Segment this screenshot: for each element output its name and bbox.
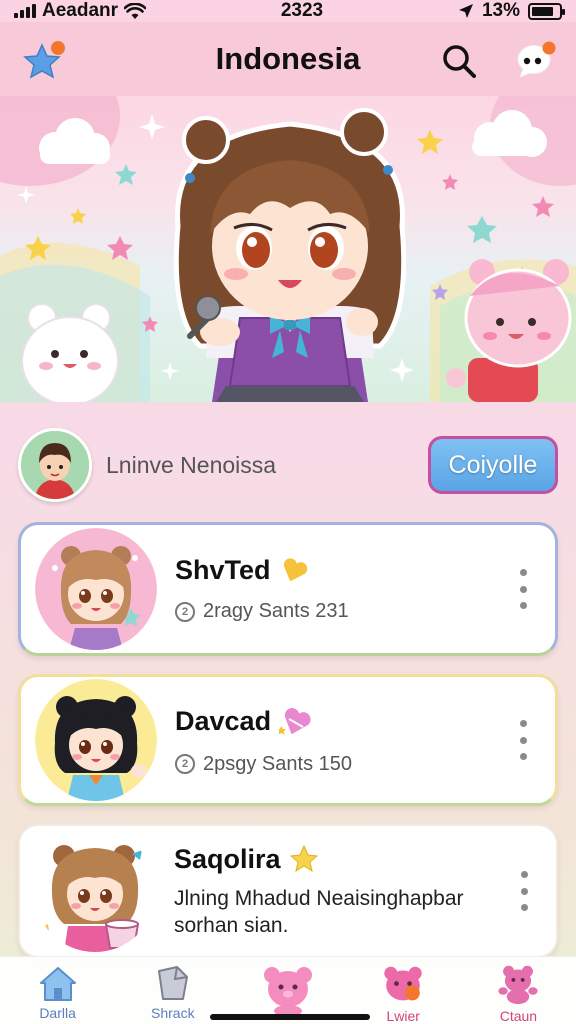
follow-button[interactable]: Coiyolle xyxy=(428,436,558,494)
app-header: Indonesia xyxy=(0,22,576,96)
boy-avatar-illustration xyxy=(21,431,89,499)
hero-banner xyxy=(0,96,576,402)
status-time: 2323 xyxy=(280,0,324,21)
home-icon xyxy=(39,967,76,1001)
share-icon xyxy=(157,966,188,1000)
favorites-button[interactable] xyxy=(22,40,66,85)
nav-label: Lwier xyxy=(386,1008,420,1024)
coin-icon: 2 xyxy=(175,754,195,774)
card-description-line: sorhan sian. xyxy=(174,913,289,937)
card-stats: 2psgy Sants 150 xyxy=(203,752,352,775)
card-body: Davcad 2 2psgy Sants 150 xyxy=(175,705,511,776)
card-description-line: Jlning Mhadud Neaisinghapbar xyxy=(174,886,464,910)
signal-icon xyxy=(14,4,36,18)
card-name: Saqolira xyxy=(174,843,281,874)
heart-icon xyxy=(279,707,311,735)
home-indicator xyxy=(210,1014,370,1020)
avatar xyxy=(35,528,157,650)
nav-label: Darlla xyxy=(39,1005,76,1021)
status-left: Aeadanr xyxy=(14,0,147,22)
carrier-name: Aeadanr xyxy=(42,0,119,21)
card-name: ShvTed xyxy=(175,555,271,585)
card-subtitle: 2 2ragy Sants 231 xyxy=(175,600,511,623)
chat-bubble-icon xyxy=(517,41,556,78)
nav-item-bear-pose[interactable]: Ctaun xyxy=(461,957,576,1024)
coin-icon: 2 xyxy=(175,601,195,622)
card-stats: 2ragy Sants 231 xyxy=(203,600,349,622)
profile-name: Lninve Nenoissa xyxy=(106,451,277,478)
list-item[interactable]: Davcad 2 2psgy Sants 150 xyxy=(18,674,558,806)
more-options-icon[interactable] xyxy=(511,569,535,609)
status-bar: Aeadanr 2323 13% xyxy=(0,0,576,22)
card-description: Jlning Mhadud Neaisinghapbar sorhan sian… xyxy=(174,885,512,939)
character-avatar-illustration xyxy=(36,845,142,952)
list-item[interactable]: ShvTed 2 2ragy Sants 231 xyxy=(18,522,558,656)
bear-face-icon xyxy=(384,966,422,1001)
card-title: Davcad xyxy=(175,705,511,739)
battery-icon xyxy=(528,2,565,20)
card-name: Davcad xyxy=(175,706,272,736)
search-icon xyxy=(443,45,476,78)
avatar xyxy=(34,830,156,952)
card-subtitle: 2 2psgy Sants 150 xyxy=(175,753,511,776)
more-options-icon[interactable] xyxy=(512,871,536,911)
nav-label: Ctaun xyxy=(499,1008,538,1024)
location-arrow-icon xyxy=(458,4,473,18)
card-body: ShvTed 2 2ragy Sants 231 xyxy=(175,555,511,623)
heart-icon xyxy=(283,557,307,581)
profile-row: Lninve Nenoissa Coiyolle xyxy=(18,428,558,502)
avatar xyxy=(35,679,157,801)
bear-pose-icon xyxy=(498,965,539,1005)
battery-percent: 13% xyxy=(481,0,520,21)
list-item[interactable]: Saqolira Jlning Mhadud Neaisinghapbar so… xyxy=(18,824,558,958)
character-avatar-illustration xyxy=(35,679,157,801)
search-button[interactable] xyxy=(440,42,478,85)
wifi-icon xyxy=(124,2,147,19)
star-notification-icon xyxy=(23,41,65,79)
character-avatar-illustration xyxy=(35,528,157,650)
nav-label: Shrack xyxy=(151,1005,195,1021)
avatar[interactable] xyxy=(18,428,92,502)
hero-illustration xyxy=(0,96,576,402)
more-options-icon[interactable] xyxy=(511,720,535,760)
status-right: 13% xyxy=(458,0,565,22)
page-title: Indonesia xyxy=(215,41,361,76)
star-icon xyxy=(289,844,318,873)
card-title: ShvTed xyxy=(175,555,511,586)
nav-item-home[interactable]: Darlla xyxy=(0,957,115,1024)
card-body: Saqolira Jlning Mhadud Neaisinghapbar so… xyxy=(174,844,512,939)
card-title: Saqolira xyxy=(174,844,512,875)
bear-icon xyxy=(264,967,312,1015)
messages-button[interactable] xyxy=(514,40,556,85)
